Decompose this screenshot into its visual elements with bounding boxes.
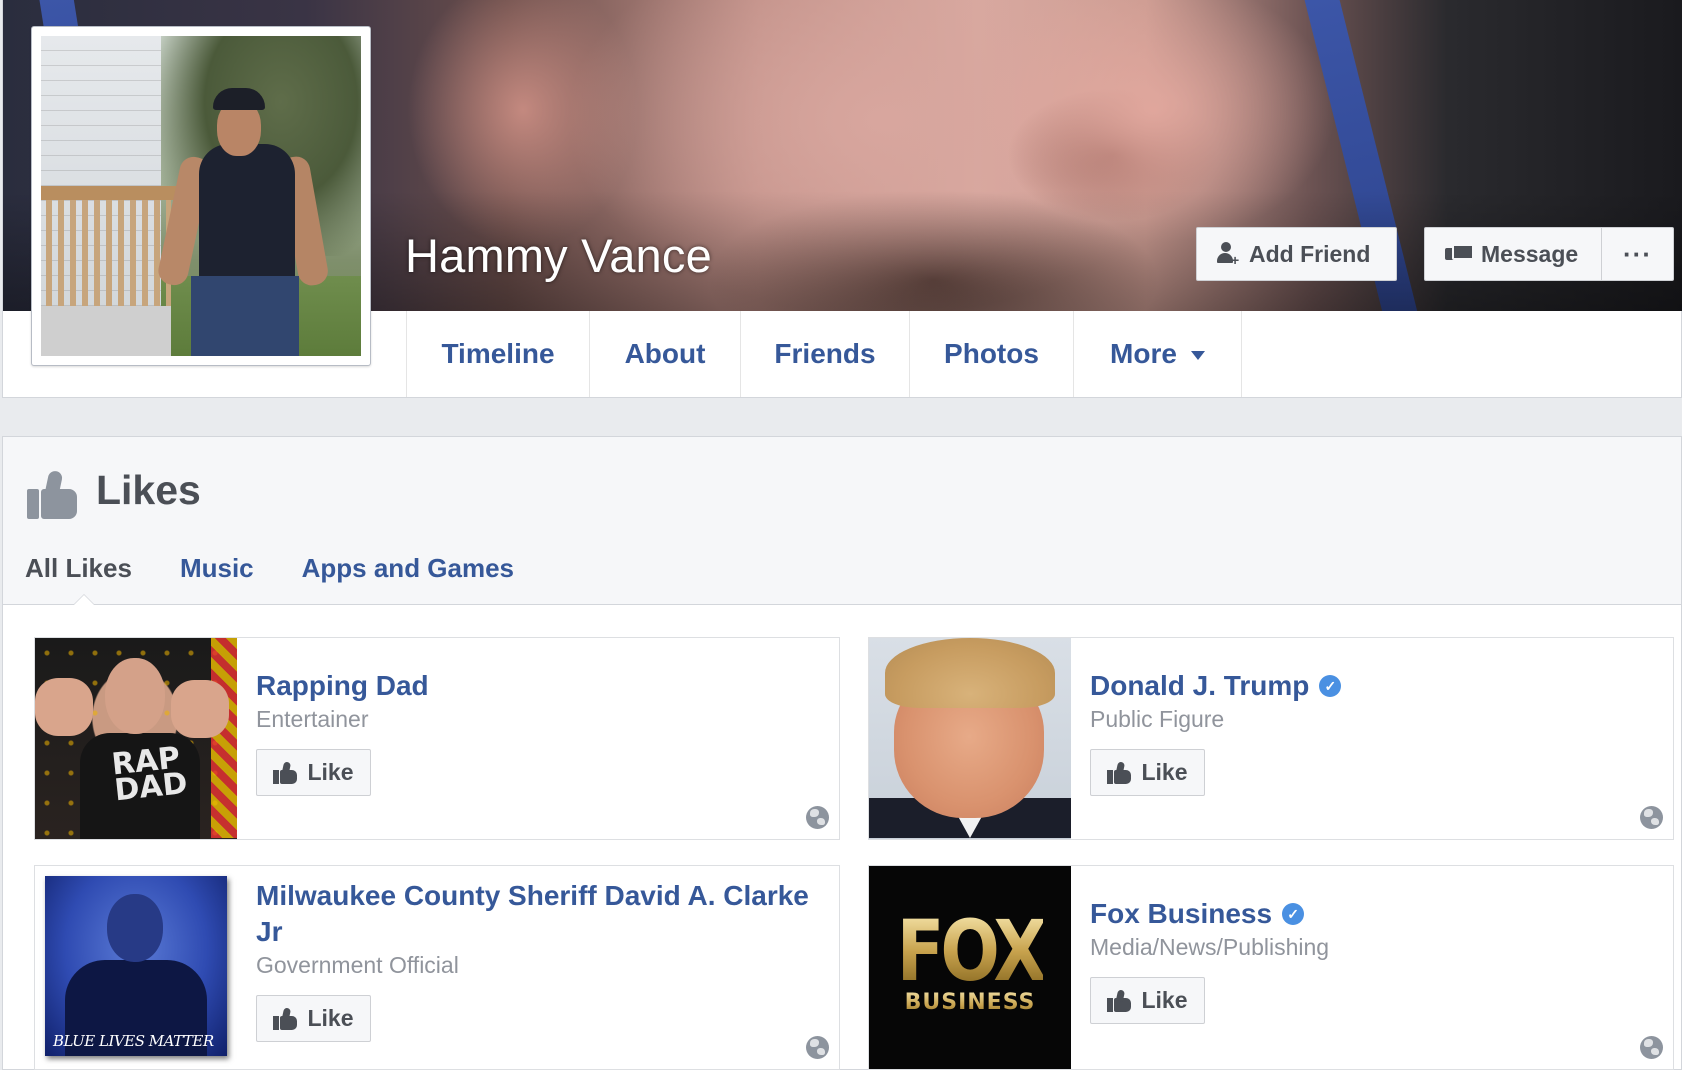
thumbs-up-icon (273, 1006, 298, 1030)
like-info: Milwaukee County Sheriff David A. Clarke… (256, 878, 826, 1042)
likes-tabs: All Likes Music Apps and Games (25, 553, 514, 584)
profile-name[interactable]: Hammy Vance (405, 228, 712, 283)
profile-nav: Timeline About Friends Photos More (406, 311, 1242, 397)
like-button[interactable]: Like (1090, 749, 1205, 796)
page-name-link[interactable]: Milwaukee County Sheriff David A. Clarke… (256, 878, 826, 950)
tab-label: Friends (774, 338, 876, 369)
globe-icon (806, 1036, 829, 1059)
like-item-fox-business: FOX BUSINESS Fox Business ✓ Media/News/Pu… (868, 865, 1674, 1070)
like-item-donald-trump: Donald J. Trump ✓ Public Figure Like (868, 637, 1674, 840)
page-name-link[interactable]: Donald J. Trump ✓ (1090, 668, 1342, 704)
like-info: Donald J. Trump ✓ Public Figure Like (1090, 668, 1342, 796)
message-icon (1445, 244, 1474, 264)
thumbs-up-icon (1107, 760, 1132, 784)
ellipsis-icon: ··· (1623, 238, 1652, 269)
message-button[interactable]: Message (1424, 227, 1602, 281)
page-name-link[interactable]: Fox Business ✓ (1090, 896, 1329, 932)
verified-badge-icon: ✓ (1282, 903, 1305, 925)
like-label: Like (307, 759, 354, 785)
profile-picture[interactable] (31, 26, 371, 366)
page-category: Public Figure (1090, 706, 1225, 732)
tab-label: More (1110, 338, 1177, 369)
tab-friends[interactable]: Friends (741, 311, 910, 397)
page-image[interactable] (869, 638, 1071, 839)
page-category: Media/News/Publishing (1090, 934, 1330, 960)
page-category: Government Official (256, 952, 459, 978)
tab-apps-and-games[interactable]: Apps and Games (302, 553, 514, 584)
likes-header: Likes All Likes Music Apps and Games (3, 437, 1681, 605)
message-label: Message (1481, 240, 1579, 267)
add-friend-icon: + (1217, 242, 1239, 267)
page-image[interactable]: RAP DAD (35, 638, 237, 839)
like-label: Like (307, 1005, 354, 1031)
tab-about[interactable]: About (590, 311, 741, 397)
thumbs-up-icon (27, 469, 77, 519)
tab-photos[interactable]: Photos (910, 311, 1074, 397)
globe-icon (1640, 806, 1663, 829)
fox-logo-text: FOX (896, 901, 1048, 1001)
like-button[interactable]: Like (256, 749, 371, 796)
caret-down-icon (1190, 350, 1205, 360)
tab-label: Timeline (441, 338, 555, 369)
add-friend-button[interactable]: + Add Friend (1196, 227, 1397, 281)
avatar (41, 36, 361, 356)
globe-icon (1640, 1036, 1663, 1059)
tab-label: Photos (944, 338, 1039, 369)
like-info: Fox Business ✓ Media/News/Publishing Like (1090, 896, 1329, 1024)
tab-label: About (624, 338, 706, 369)
page-category: Entertainer (256, 706, 369, 732)
like-info: Rapping Dad Entertainer Like (256, 668, 429, 796)
like-label: Like (1141, 987, 1188, 1013)
tab-all-likes[interactable]: All Likes (25, 553, 132, 584)
like-label: Like (1141, 759, 1188, 785)
like-item-rapping-dad: RAP DAD Rapping Dad Entertainer Like (34, 637, 840, 840)
globe-icon (806, 806, 829, 829)
thumbs-up-icon (1107, 988, 1132, 1012)
verified-badge-icon: ✓ (1319, 675, 1342, 697)
likes-title[interactable]: Likes (96, 467, 201, 514)
tab-music[interactable]: Music (180, 553, 254, 584)
tab-more[interactable]: More (1074, 311, 1242, 397)
likes-section: Likes All Likes Music Apps and Games RAP… (2, 436, 1682, 1070)
tab-timeline[interactable]: Timeline (407, 311, 590, 397)
page-image[interactable]: BLUE LIVES MATTER (35, 866, 237, 1069)
like-button[interactable]: Like (256, 995, 371, 1042)
add-friend-label: Add Friend (1249, 240, 1371, 267)
like-button[interactable]: Like (1090, 977, 1205, 1024)
more-options-button[interactable]: ··· (1601, 227, 1674, 281)
image-text: BLUE LIVES MATTER (53, 1032, 214, 1050)
page-image[interactable]: FOX BUSINESS (869, 866, 1071, 1069)
page-name-link[interactable]: Rapping Dad (256, 668, 429, 704)
thumbs-up-icon (273, 760, 298, 784)
like-item-sheriff-clarke: BLUE LIVES MATTER Milwaukee County Sheri… (34, 865, 840, 1070)
active-tab-pointer (73, 594, 95, 605)
